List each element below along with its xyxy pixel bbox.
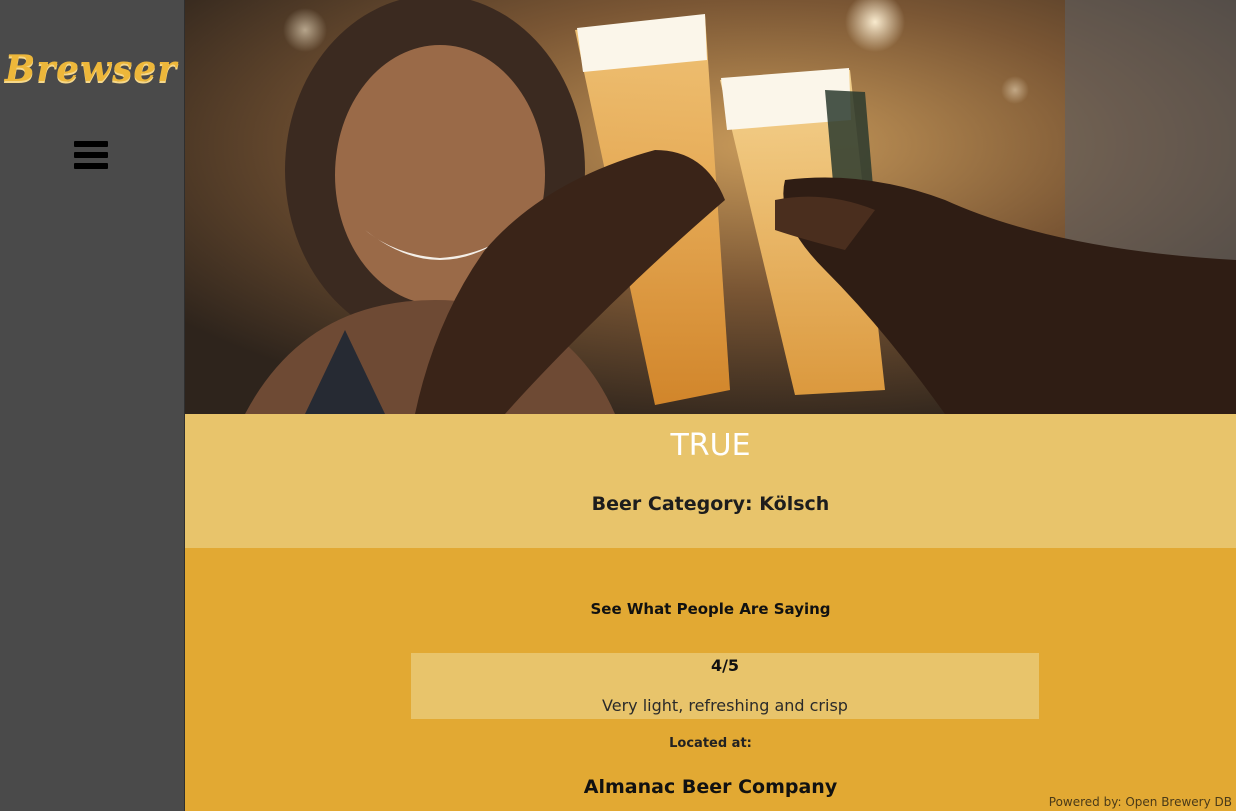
reviews-heading: See What People Are Saying [590, 600, 831, 618]
hamburger-bar [74, 141, 108, 147]
located-at-label: Located at: [669, 736, 752, 751]
hamburger-bar [74, 163, 108, 169]
sidebar: Brewser [0, 0, 185, 811]
beer-name-heading: TRUE [670, 428, 751, 463]
hero-image [185, 0, 1236, 414]
hamburger-menu-icon[interactable] [74, 140, 108, 170]
main-content: TRUE Beer Category: Kölsch See What Peop… [185, 0, 1236, 811]
powered-by-label: Powered by: [1048, 795, 1122, 809]
powered-by-footer: Powered by: Open Brewery DB [1049, 795, 1232, 809]
brewser-logo[interactable]: Brewser [0, 48, 182, 90]
hamburger-bar [74, 152, 108, 158]
review-rating: 4/5 [710, 656, 740, 675]
beer-category: Beer Category: Kölsch [591, 493, 830, 515]
open-brewery-db-link[interactable]: Open Brewery DB [1125, 795, 1232, 809]
review-text: Very light, refreshing and crisp [602, 696, 848, 715]
review-card: 4/5 Very light, refreshing and crisp [411, 653, 1039, 719]
hero-illustration [185, 0, 1236, 414]
